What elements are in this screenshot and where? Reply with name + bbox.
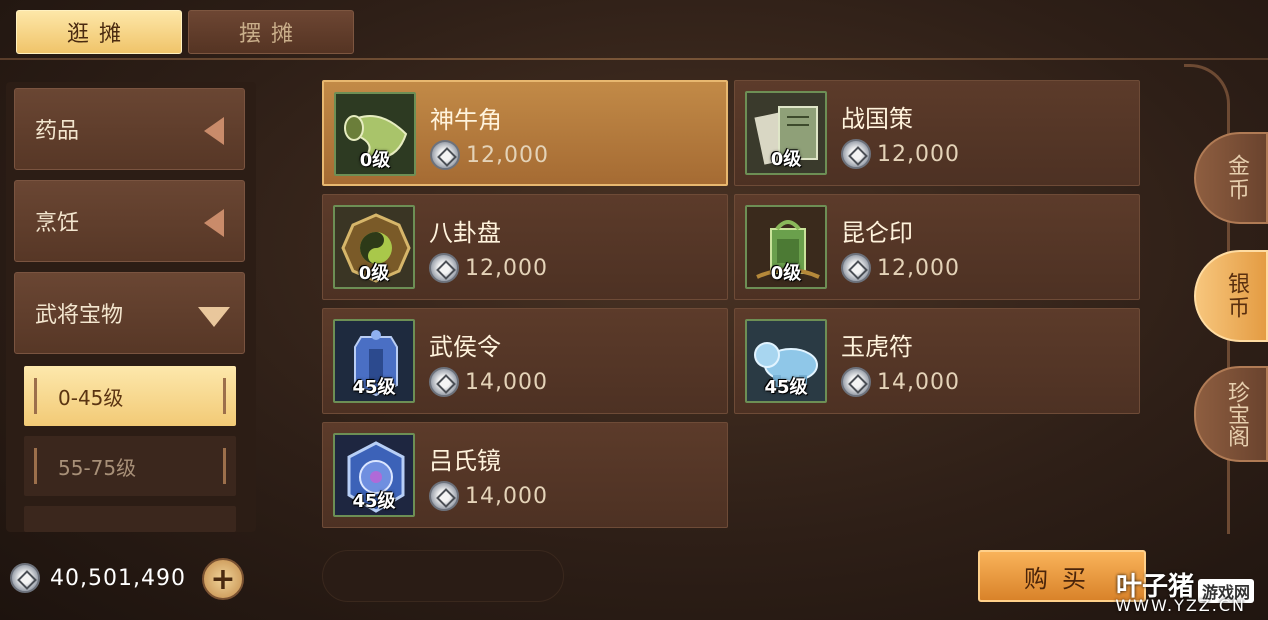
- item-level: 45级: [352, 491, 396, 512]
- currency-tab-label: 金币: [1224, 154, 1249, 202]
- tab-browse-stalls[interactable]: 逛摊: [16, 10, 182, 54]
- item-level: 0级: [770, 149, 802, 170]
- item-icon-frame: 0级: [333, 205, 415, 289]
- subcategory-label: 0-45级: [58, 385, 124, 410]
- price-value: 12,000: [465, 255, 548, 281]
- item-name: 战国策: [841, 105, 913, 133]
- item-price: 12,000: [841, 253, 960, 283]
- sub-ornament: [34, 448, 37, 484]
- price-value: 12,000: [877, 141, 960, 167]
- item-level: 0级: [770, 263, 802, 284]
- silver-coin-icon: [430, 140, 460, 170]
- item-name: 武侯令: [429, 333, 501, 361]
- silver-coin-icon: [429, 253, 459, 283]
- item-icon-frame: 0级: [745, 91, 827, 175]
- add-currency-button[interactable]: +: [202, 558, 244, 600]
- category-label: 烹饪: [35, 211, 80, 236]
- currency-tab-label: 珍宝阁: [1224, 381, 1249, 447]
- item-price: 14,000: [429, 481, 548, 511]
- item-card[interactable]: 45级 武侯令 14,000: [322, 308, 728, 414]
- top-divider: [0, 58, 1268, 60]
- item-level: 0级: [359, 150, 391, 171]
- sub-ornament: [223, 378, 226, 414]
- item-price: 12,000: [430, 140, 549, 170]
- item-card[interactable]: 0级 战国策 12,000: [734, 80, 1140, 186]
- tab-set-up-stall[interactable]: 摆摊: [188, 10, 354, 54]
- subcategory-label: 55-75级: [58, 455, 137, 480]
- subcategory-partial[interactable]: [24, 506, 236, 532]
- item-icon-frame: 45级: [333, 433, 415, 517]
- currency-tab-label: 银币: [1224, 272, 1249, 320]
- silver-coin-icon: [841, 253, 871, 283]
- price-value: 14,000: [877, 369, 960, 395]
- price-value: 14,000: [465, 483, 548, 509]
- category-general-treasures[interactable]: 武将宝物: [14, 272, 245, 354]
- silver-coin-icon: [841, 139, 871, 169]
- item-name: 玉虎符: [841, 333, 913, 361]
- item-name: 八卦盘: [429, 219, 501, 247]
- price-value: 14,000: [465, 369, 548, 395]
- item-icon-frame: 45级: [745, 319, 827, 403]
- collapse-arrow-icon: [204, 209, 224, 237]
- item-card[interactable]: 45级 吕氏镜 14,000: [322, 422, 728, 528]
- sub-ornament: [34, 378, 37, 414]
- item-icon-frame: 0级: [745, 205, 827, 289]
- item-icon-frame: 0级: [334, 92, 416, 176]
- category-label: 武将宝物: [35, 303, 124, 328]
- balance-value: 40,501,490: [50, 565, 186, 591]
- item-name: 吕氏镜: [429, 447, 501, 475]
- expand-arrow-icon: [198, 307, 230, 327]
- price-value: 12,000: [877, 255, 960, 281]
- item-level: 0级: [358, 263, 390, 284]
- subcategory-55-75[interactable]: 55-75级: [24, 436, 236, 496]
- item-price: 12,000: [841, 139, 960, 169]
- watermark-url: WWW.YZZ.CN: [1115, 596, 1246, 615]
- category-label: 药品: [35, 119, 80, 144]
- item-price: 14,000: [429, 367, 548, 397]
- item-card[interactable]: 45级 玉虎符 14,000: [734, 308, 1140, 414]
- price-value: 12,000: [466, 142, 549, 168]
- item-level: 45级: [352, 377, 396, 398]
- sub-ornament: [223, 448, 226, 484]
- item-level: 45级: [764, 377, 808, 398]
- item-name: 神牛角: [430, 106, 502, 134]
- category-cooking[interactable]: 烹饪: [14, 180, 245, 262]
- item-card[interactable]: 0级 昆仑印 12,000: [734, 194, 1140, 300]
- silver-coin-icon: [841, 367, 871, 397]
- item-card[interactable]: 0级 八卦盘 12,000: [322, 194, 728, 300]
- silver-coin-icon: [429, 481, 459, 511]
- category-medicine[interactable]: 药品: [14, 88, 245, 170]
- collapse-arrow-icon: [204, 117, 224, 145]
- item-name: 昆仑印: [841, 219, 913, 247]
- silver-balance: 40,501,490: [10, 560, 186, 596]
- message-bar: [322, 550, 564, 602]
- item-price: 14,000: [841, 367, 960, 397]
- item-card[interactable]: 0级 神牛角 12,000: [322, 80, 728, 186]
- item-icon-frame: 45级: [333, 319, 415, 403]
- silver-coin-icon: [429, 367, 459, 397]
- item-price: 12,000: [429, 253, 548, 283]
- subcategory-0-45[interactable]: 0-45级: [24, 366, 236, 426]
- silver-coin-icon: [10, 563, 40, 593]
